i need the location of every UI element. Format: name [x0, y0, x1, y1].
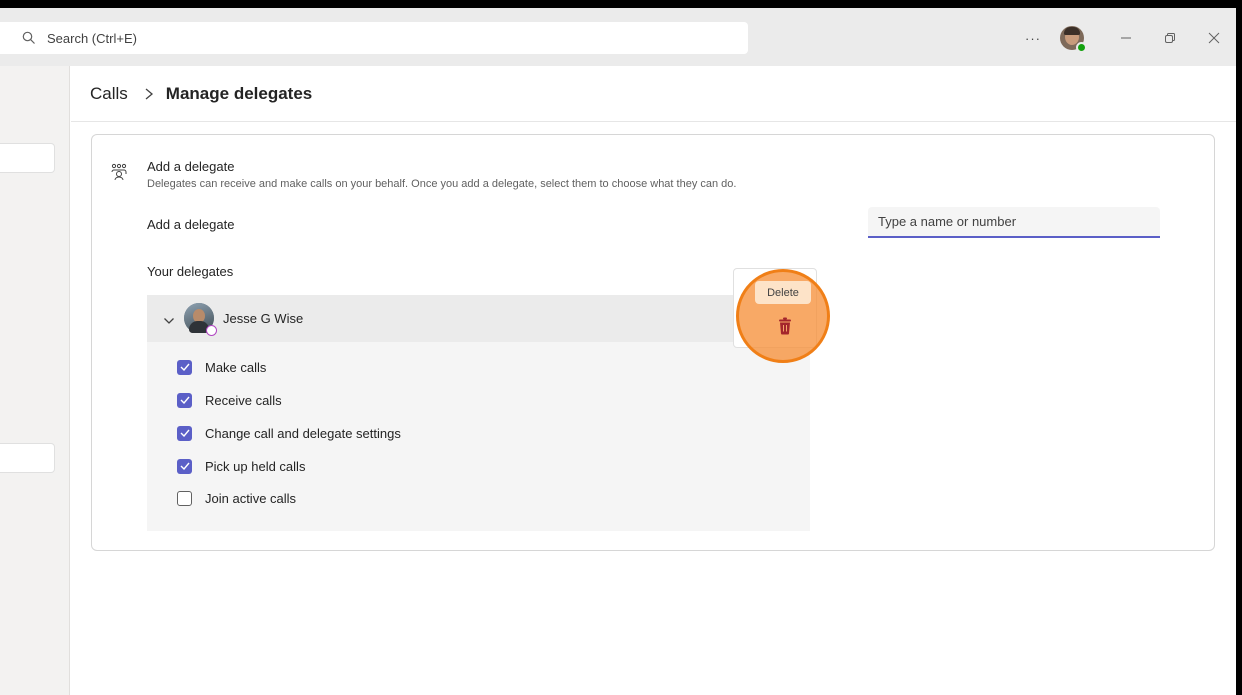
search-placeholder: Search (Ctrl+E) [47, 30, 137, 46]
permission-make-calls[interactable]: Make calls [177, 358, 266, 376]
permission-join-active[interactable]: Join active calls [177, 489, 296, 507]
minimize-button[interactable] [1104, 22, 1148, 54]
restore-icon [1165, 33, 1175, 43]
rail-item[interactable] [0, 443, 55, 473]
permission-change-settings[interactable]: Change call and delegate settings [177, 424, 401, 442]
section-description: Delegates can receive and make calls on … [147, 178, 737, 190]
trash-icon [779, 317, 791, 335]
permission-label: Make calls [205, 359, 267, 375]
checkbox-checked-icon[interactable] [177, 392, 192, 408]
more-options-button[interactable]: ··· [1018, 31, 1048, 46]
restore-button[interactable] [1148, 22, 1192, 54]
avatar-hair [1064, 27, 1080, 35]
checkbox-checked-icon[interactable] [177, 425, 192, 441]
close-button[interactable] [1192, 22, 1236, 54]
delegate-avatar [184, 303, 217, 336]
permission-label: Pick up held calls [205, 458, 306, 474]
checkbox-unchecked-icon[interactable] [177, 490, 192, 506]
page-title: Manage delegates [165, 83, 313, 103]
delete-tooltip: Delete [755, 281, 811, 304]
permission-pick-up-held[interactable]: Pick up held calls [177, 457, 305, 475]
search-icon [22, 31, 36, 45]
your-delegates-label: Your delegates [147, 264, 234, 279]
app-window: Search (Ctrl+E) ··· Calls Manage delegat… [0, 8, 1236, 695]
title-bar: Search (Ctrl+E) ··· [0, 8, 1236, 66]
page-header: Calls Manage delegates [71, 66, 1236, 122]
add-delegate-label: Add a delegate [147, 217, 235, 232]
checkbox-checked-icon[interactable] [177, 359, 192, 375]
permission-label: Change call and delegate settings [205, 425, 401, 441]
delegate-name: Jesse G Wise [223, 311, 304, 326]
profile-avatar[interactable] [1060, 26, 1087, 53]
delete-button[interactable] [777, 317, 793, 335]
rail-item[interactable] [0, 143, 55, 173]
add-delegate-input[interactable] [868, 207, 1160, 238]
presence-badge-icon [206, 325, 217, 336]
delegate-row[interactable]: Jesse G Wise [147, 295, 810, 342]
minimize-icon [1121, 37, 1131, 39]
left-rail [0, 66, 70, 695]
close-icon [1208, 32, 1220, 44]
breadcrumb-calls[interactable]: Calls [90, 84, 128, 104]
checkbox-checked-icon[interactable] [177, 458, 192, 474]
section-title: Add a delegate [147, 159, 235, 174]
permission-label: Receive calls [205, 392, 282, 408]
chevron-right-icon [144, 87, 154, 101]
search-box[interactable]: Search (Ctrl+E) [0, 22, 748, 54]
permission-receive-calls[interactable]: Receive calls [177, 391, 282, 409]
delegate-panel: Jesse G Wise Make calls Receive calls Ch… [147, 295, 810, 531]
delegates-card: Add a delegate Delegates can receive and… [91, 134, 1215, 551]
chevron-down-icon[interactable] [163, 313, 175, 324]
people-group-icon [110, 163, 128, 181]
presence-available-icon [1076, 42, 1087, 53]
permission-label: Join active calls [205, 490, 297, 506]
